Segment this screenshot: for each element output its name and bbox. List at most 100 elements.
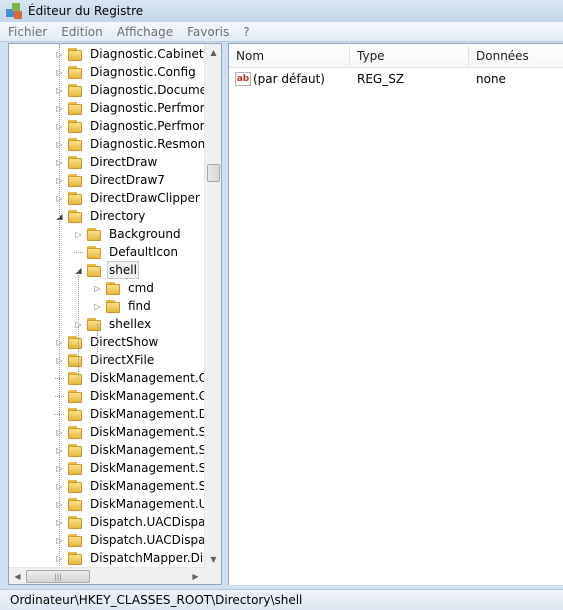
tree-item-label: Diagnostic.Document <box>90 83 205 97</box>
tree-item-label: find <box>128 299 151 313</box>
menu-help[interactable]: ? <box>243 25 249 39</box>
tree-item[interactable]: ◢ shell <box>74 261 205 279</box>
values-list-header: Nom Type Données <box>229 44 563 68</box>
folder-icon <box>87 263 103 277</box>
tree-item[interactable]: ▷DiskManagement.Sna <box>55 477 205 495</box>
tree-item[interactable]: ▷DiskManagement.Sna <box>55 441 205 459</box>
tree-item[interactable]: ▷ Diagnostic.Config <box>55 63 205 81</box>
horizontal-scroll-thumb[interactable]: ||| <box>26 570 90 583</box>
tree-item-label: cmd <box>128 281 154 295</box>
column-header-nom[interactable]: Nom <box>229 44 349 68</box>
folder-icon <box>68 101 84 115</box>
scroll-right-arrow-icon[interactable]: ▶ <box>187 568 204 584</box>
tree-item[interactable]: ▷Dispatch.UACDispatcl <box>55 513 205 531</box>
scroll-up-arrow-icon[interactable]: ▲ <box>205 44 221 61</box>
tree-item[interactable]: ▷ DirectDraw <box>55 153 205 171</box>
tree-item[interactable]: ▷DiskManagement.Sna <box>55 459 205 477</box>
tree-item[interactable]: ▷ Background <box>74 225 205 243</box>
tree-item-label: DiskManagement.Sna <box>90 443 205 457</box>
tree-item-label: DiskManagement.Sna <box>90 425 205 439</box>
title-bar: Éditeur du Registre <box>0 0 563 22</box>
tree-item[interactable]: ▷Diagnostic.Document <box>55 81 205 99</box>
string-value-icon: ab <box>235 72 251 86</box>
tree-item-label: Directory <box>90 209 146 223</box>
folder-icon <box>68 551 84 565</box>
tree-item[interactable]: ▷DiskManagement.Sna <box>55 423 205 441</box>
tree-item[interactable]: ▷ DirectDrawClipper <box>55 189 205 207</box>
tree-item-label: DiskManagement.Cor <box>90 371 205 385</box>
tree-item-label: Dispatch.UACDispatcl <box>90 533 205 547</box>
folder-icon <box>87 317 103 331</box>
status-path: Ordinateur\HKEY_CLASSES_ROOT\Directory\s… <box>10 593 303 607</box>
value-name: (par défaut) <box>253 72 325 86</box>
tree-item[interactable]: ▷ DirectDraw7 <box>55 171 205 189</box>
folder-icon <box>68 83 84 97</box>
folder-icon <box>68 155 84 169</box>
folder-icon <box>68 533 84 547</box>
folder-icon <box>68 425 84 439</box>
regedit-app-icon <box>6 3 22 19</box>
tree-item[interactable]: DiskManagement.Cor <box>55 387 205 405</box>
menu-fichier[interactable]: Fichier <box>8 25 47 39</box>
folder-icon <box>68 443 84 457</box>
tree-item-label: DiskManagement.Sna <box>90 461 205 475</box>
expand-arrow-icon[interactable]: ▷ <box>93 297 102 315</box>
status-bar: Ordinateur\HKEY_CLASSES_ROOT\Directory\s… <box>0 589 563 610</box>
tree-item[interactable]: ▷DiskManagement.UIT <box>55 495 205 513</box>
tree-item[interactable]: ▷ DispatchMapper.Disp <box>55 549 205 567</box>
tree-item[interactable]: DefaultIcon <box>74 243 205 261</box>
registry-tree-pane: ▷ Diagnostic.Cabinet ▷ Diagnostic.Config ▷ Di… <box>8 43 222 585</box>
tree-item-label: Background <box>109 227 181 241</box>
tree-horizontal-scrollbar[interactable]: ◀ ||| ▶ <box>9 567 221 584</box>
tree-item-label: DirectXFile <box>90 353 155 367</box>
window-title: Éditeur du Registre <box>28 4 144 18</box>
tree-item[interactable]: ▷ find <box>93 297 205 315</box>
tree-guide-line <box>97 324 98 360</box>
folder-icon <box>87 227 103 241</box>
tree-item[interactable]: ▷Diagnostic.Perfmon.C <box>55 99 205 117</box>
tree-item-label: DefaultIcon <box>109 245 178 259</box>
tree-item[interactable]: ▷ Diagnostic.Resmon.C <box>55 135 205 153</box>
tree-item[interactable]: ▷Dispatch.UACDispatcl <box>55 531 205 549</box>
folder-icon <box>68 191 84 205</box>
column-header-type[interactable]: Type <box>350 44 468 68</box>
tree-item-label: DirectDraw7 <box>90 173 165 187</box>
tree-item-label: Diagnostic.Resmon.C <box>90 137 205 151</box>
folder-icon <box>68 137 84 151</box>
menu-favoris[interactable]: Favoris <box>187 25 229 39</box>
folder-icon <box>68 515 84 529</box>
scroll-down-arrow-icon[interactable]: ▼ <box>205 551 221 568</box>
menu-edition[interactable]: Edition <box>61 25 103 39</box>
expand-arrow-icon[interactable]: ▷ <box>93 279 102 297</box>
value-row[interactable]: ab (par défaut) REG_SZ none <box>229 70 563 88</box>
folder-icon <box>68 461 84 475</box>
value-type: REG_SZ <box>357 72 405 86</box>
folder-icon <box>68 479 84 493</box>
column-header-donnees[interactable]: Données <box>469 44 563 68</box>
tree-item[interactable]: ▷ cmd <box>93 279 205 297</box>
value-name-cell: ab (par défaut) <box>235 70 325 88</box>
tree-item[interactable]: DiskManagement.Dat <box>55 405 205 423</box>
scrollbar-corner <box>204 567 221 584</box>
menu-affichage[interactable]: Affichage <box>117 25 173 39</box>
tree-item[interactable]: ▷Diagnostic.Perfmon.D <box>55 117 205 135</box>
tree-item-label: Diagnostic.Perfmon.C <box>90 101 205 115</box>
tree-item[interactable]: ▷ shellex <box>74 315 205 333</box>
values-list-pane: Nom Type Données ab (par défaut) REG_SZ … <box>228 43 563 585</box>
folder-icon <box>68 119 84 133</box>
tree-item-label: DiskManagement.Dat <box>90 407 205 421</box>
folder-icon <box>68 173 84 187</box>
tree-item-label: DirectDrawClipper <box>90 191 200 205</box>
scroll-left-arrow-icon[interactable]: ◀ <box>9 568 26 584</box>
folder-icon <box>68 389 84 403</box>
tree-guide-line <box>78 270 79 378</box>
expand-arrow-icon[interactable]: ▷ <box>74 225 83 243</box>
tree-item[interactable]: ▷ Diagnostic.Cabinet <box>55 45 205 63</box>
tree-item-label: Diagnostic.Cabinet <box>90 47 204 61</box>
tree-item[interactable]: ◢ Directory <box>55 207 205 225</box>
vertical-scroll-thumb[interactable] <box>207 164 220 182</box>
folder-icon <box>68 371 84 385</box>
tree-vertical-scrollbar[interactable]: ▲ ▼ <box>204 44 221 568</box>
folder-icon <box>68 497 84 511</box>
folder-icon <box>68 407 84 421</box>
